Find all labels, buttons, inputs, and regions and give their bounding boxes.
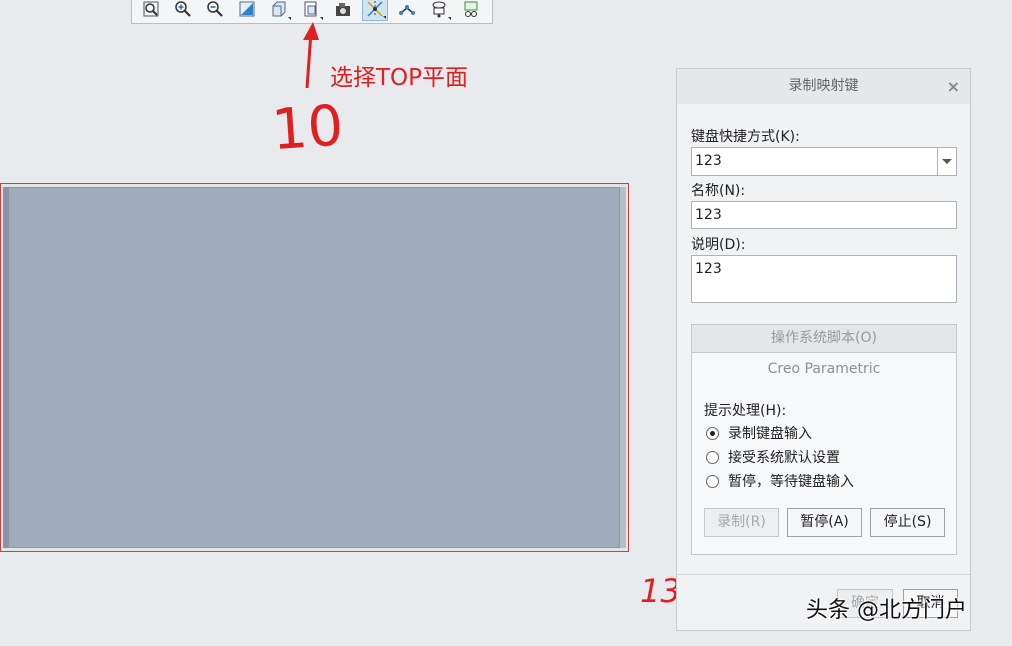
description-label: 说明(D): <box>691 237 746 253</box>
shortcut-combobox[interactable]: 123 <box>691 147 957 176</box>
annotation-display-icon[interactable] <box>394 0 420 21</box>
saved-views-icon[interactable] <box>298 0 324 21</box>
dialog-separator <box>677 574 970 575</box>
step-13-label: 13 <box>640 572 681 610</box>
radio-record-keyboard-input[interactable]: 录制键盘输入 <box>706 423 812 443</box>
shortcut-value: 123 <box>695 153 722 169</box>
stop-button[interactable]: 停止(S) <box>870 508 945 537</box>
radio-unselected-icon[interactable] <box>706 474 719 488</box>
description-field[interactable]: 123 <box>691 255 957 303</box>
dialog-title: 录制映射键 <box>788 78 859 94</box>
pause-button[interactable]: 暂停(A) <box>787 508 862 537</box>
name-field[interactable]: 123 <box>691 201 957 229</box>
dialog-titlebar: 录制映射键 × <box>677 69 970 104</box>
record-button[interactable]: 录制(R) <box>704 508 779 537</box>
chevron-down-icon[interactable] <box>937 148 956 175</box>
spin-center-icon[interactable] <box>426 0 452 21</box>
instruction-annotation: 选择TOP平面 <box>330 65 469 91</box>
radio-unselected-icon[interactable] <box>706 450 719 464</box>
radio-accept-system-defaults[interactable]: 接受系统默认设置 <box>706 447 840 467</box>
graphics-viewport[interactable] <box>0 183 629 552</box>
step-10-label: 10 <box>270 93 346 163</box>
top-datum-plane[interactable] <box>3 187 626 548</box>
view-toolbar <box>131 0 493 24</box>
name-label: 名称(N): <box>691 183 746 199</box>
name-value: 123 <box>695 207 722 223</box>
view-orientation-icon[interactable] <box>266 0 292 21</box>
shortcut-label: 键盘快捷方式(K): <box>691 129 800 145</box>
refit-icon[interactable] <box>234 0 260 21</box>
creo-parametric-panel: Creo Parametric 提示处理(H): 录制键盘输入 接受系统默认设置… <box>691 352 957 555</box>
radio-label: 接受系统默认设置 <box>728 450 840 466</box>
watermark: 头条 @北方门户 <box>806 598 967 623</box>
tab-os-script[interactable]: 操作系统脚本(O) <box>691 324 957 353</box>
radio-selected-icon[interactable] <box>706 426 719 440</box>
close-icon[interactable]: × <box>947 69 960 104</box>
zoom-out-icon[interactable] <box>202 0 228 21</box>
description-value: 123 <box>695 261 722 277</box>
display-style-icon[interactable] <box>330 0 356 21</box>
datum-display-icon[interactable] <box>362 0 388 21</box>
radio-label: 暂停，等待键盘输入 <box>728 474 854 490</box>
appearance-icon[interactable] <box>458 0 484 21</box>
radio-label: 录制键盘输入 <box>728 426 812 442</box>
radio-pause-wait-keyboard[interactable]: 暂停，等待键盘输入 <box>706 471 854 491</box>
panel-title: Creo Parametric <box>767 361 881 377</box>
zoom-in-icon[interactable] <box>170 0 196 21</box>
zoom-fit-icon[interactable] <box>138 0 164 21</box>
record-mapkey-dialog: 录制映射键 × 键盘快捷方式(K): 123 名称(N): 123 说明(D):… <box>676 68 971 631</box>
prompt-handling-label: 提示处理(H): <box>704 403 787 419</box>
